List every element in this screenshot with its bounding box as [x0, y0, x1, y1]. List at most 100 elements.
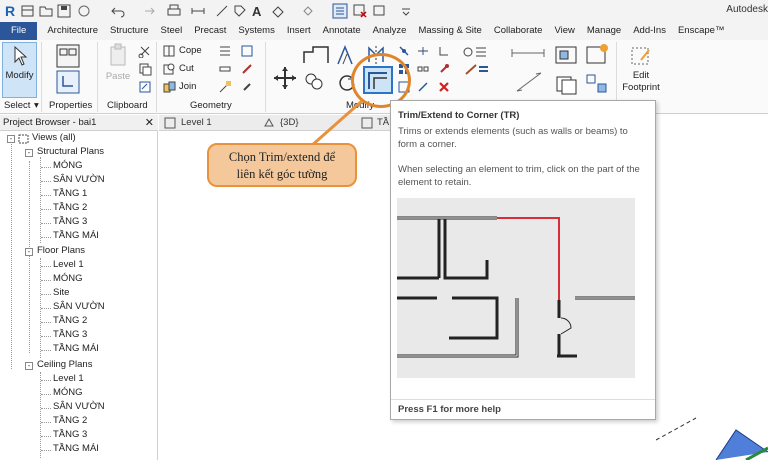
edit-footprint-button[interactable]: Edit Footprint: [618, 44, 664, 94]
sync-icon[interactable]: [76, 3, 92, 19]
tree-item[interactable]: TẦNG 2: [53, 202, 87, 213]
redo-icon[interactable]: [140, 3, 156, 19]
collapse-ceiling-icon[interactable]: -: [25, 362, 33, 370]
tree-item[interactable]: TẦNG 3: [53, 329, 87, 340]
split-face-icon[interactable]: [240, 44, 254, 58]
tab-file[interactable]: File: [0, 22, 38, 40]
tree-item[interactable]: TẦNG MÁI: [53, 443, 99, 454]
paste-button[interactable]: Paste: [104, 43, 132, 95]
tree-item[interactable]: Site: [53, 287, 69, 298]
align-icon[interactable]: [301, 44, 331, 66]
pin-icon[interactable]: [437, 62, 451, 76]
view-tab-level1[interactable]: Level 1: [181, 117, 212, 128]
undo-icon[interactable]: [110, 3, 126, 19]
copy-element-icon[interactable]: [304, 72, 326, 90]
tree-ceiling-plans[interactable]: Ceiling Plans: [37, 359, 92, 370]
unpin-icon[interactable]: [416, 80, 430, 94]
close-icon[interactable]: ✕: [145, 115, 154, 131]
tree-item[interactable]: TẦNG MÁI: [53, 230, 99, 241]
tree-item[interactable]: TẦNG 2: [53, 315, 87, 326]
move-icon[interactable]: [272, 65, 298, 91]
create-assembly-icon[interactable]: [584, 42, 610, 68]
customize-qat-icon[interactable]: [398, 3, 414, 19]
split-gap-icon[interactable]: [416, 62, 430, 76]
tab-add-ins[interactable]: Add-Ins: [627, 22, 672, 40]
collapse-floor-icon[interactable]: -: [25, 248, 33, 256]
view-control-icon[interactable]: [462, 44, 490, 60]
split-element-icon[interactable]: [416, 44, 430, 58]
revit-logo-icon[interactable]: R: [3, 3, 19, 19]
match-type-icon[interactable]: [138, 80, 152, 94]
tab-architecture[interactable]: Architecture: [41, 22, 104, 40]
switch-windows-icon[interactable]: [372, 3, 388, 19]
dimension-icon[interactable]: [214, 3, 230, 19]
create-similar-icon[interactable]: [584, 72, 610, 96]
cope-icon[interactable]: [162, 44, 176, 58]
tab-analyze[interactable]: Analyze: [367, 22, 413, 40]
tree-structural-plans[interactable]: Structural Plans: [37, 146, 104, 157]
home-icon[interactable]: [20, 3, 36, 19]
tab-insert[interactable]: Insert: [281, 22, 317, 40]
measure-icon[interactable]: [190, 3, 206, 19]
dimension-tool-icon[interactable]: [514, 70, 544, 94]
section-icon[interactable]: [300, 3, 316, 19]
tab-enscape[interactable]: Enscape™: [672, 22, 730, 40]
3d-view-icon[interactable]: [270, 3, 286, 19]
create-group-icon[interactable]: [554, 74, 580, 96]
measure-tool-icon[interactable]: [510, 46, 546, 60]
tree-item[interactable]: TẦNG 3: [53, 216, 87, 227]
trim-single-icon[interactable]: [437, 44, 451, 58]
tree-item[interactable]: TẦNG 2: [53, 415, 87, 426]
copy-icon[interactable]: [138, 62, 152, 76]
tab-view[interactable]: View: [548, 22, 580, 40]
panel-select[interactable]: Select: [4, 100, 30, 111]
paint-brush-icon[interactable]: [462, 62, 490, 76]
join-label[interactable]: Join: [179, 81, 196, 92]
tree-item[interactable]: Level 1: [53, 259, 84, 270]
remove-paint-icon[interactable]: [240, 80, 254, 94]
select-dropdown-icon[interactable]: ▾: [34, 100, 39, 111]
tab-manage[interactable]: Manage: [581, 22, 627, 40]
tab-collaborate[interactable]: Collaborate: [488, 22, 549, 40]
tree-item[interactable]: TẦNG MÁI: [53, 343, 99, 354]
create-part-icon[interactable]: [553, 44, 579, 66]
cut-geometry-icon[interactable]: [162, 62, 176, 76]
paint-icon[interactable]: [240, 62, 254, 76]
offset-icon[interactable]: [334, 44, 360, 66]
text-icon[interactable]: A: [250, 3, 266, 19]
beam-join-icon[interactable]: [218, 62, 232, 76]
cut-scissors-icon[interactable]: [138, 44, 152, 58]
collapse-root-icon[interactable]: -: [7, 135, 15, 143]
thin-lines-icon[interactable]: [332, 3, 348, 19]
join-icon[interactable]: [162, 80, 176, 94]
tab-systems[interactable]: Systems: [232, 22, 280, 40]
close-hidden-icon[interactable]: [352, 3, 368, 19]
mirror-line-icon[interactable]: [397, 44, 411, 58]
tab-precast[interactable]: Precast: [188, 22, 232, 40]
tree-item[interactable]: SÂN VƯỜN: [53, 174, 105, 185]
open-icon[interactable]: [38, 3, 54, 19]
view-tab-tang[interactable]: TẦ: [377, 117, 389, 128]
tree-item[interactable]: MÓNG: [53, 160, 83, 171]
tab-structure[interactable]: Structure: [104, 22, 155, 40]
wall-joins-icon[interactable]: [218, 44, 232, 58]
tree-item[interactable]: SÂN VƯỜN: [53, 301, 105, 312]
tree-item[interactable]: TẦNG 1: [53, 188, 87, 199]
modify-button[interactable]: Modify: [2, 42, 37, 98]
cut-label[interactable]: Cut: [179, 63, 194, 74]
tab-steel[interactable]: Steel: [155, 22, 189, 40]
demolish-icon[interactable]: [218, 80, 232, 94]
tree-item[interactable]: MÓNG: [53, 273, 83, 284]
tree-item[interactable]: TẦNG 3: [53, 429, 87, 440]
trim-extend-corner-button[interactable]: [363, 66, 393, 94]
tree-item[interactable]: Level 1: [53, 373, 84, 384]
properties-button[interactable]: [52, 43, 84, 97]
tab-massing-site[interactable]: Massing & Site: [412, 22, 487, 40]
tag-icon[interactable]: [232, 3, 248, 19]
tab-annotate[interactable]: Annotate: [317, 22, 367, 40]
cope-label[interactable]: Cope: [179, 45, 202, 56]
tree-item[interactable]: MÓNG: [53, 387, 83, 398]
print-icon[interactable]: [166, 3, 182, 19]
tree-views-all[interactable]: Views (all): [32, 132, 76, 143]
save-icon[interactable]: [56, 3, 72, 19]
